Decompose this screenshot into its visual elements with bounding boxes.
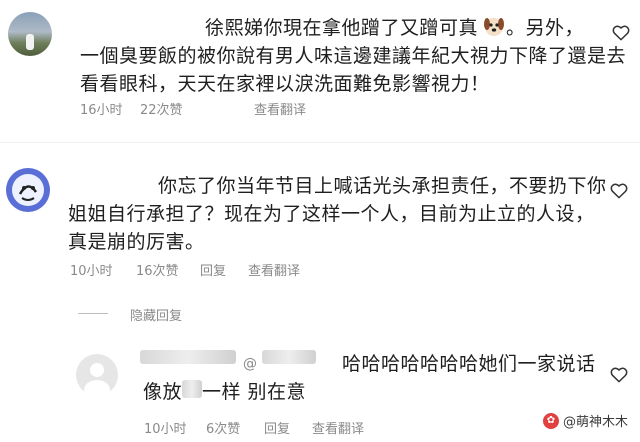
watermark: ✿ @萌神木木	[542, 411, 628, 430]
comment-text: xxxx @ xx	[140, 350, 317, 378]
comment-text-line: 像放x一样 别在意	[143, 380, 307, 403]
mention[interactable]: @	[243, 356, 258, 372]
comment-meta: 10小时 16次赞 回复 查看翻译	[70, 260, 390, 279]
hide-replies-button[interactable]: 隐藏回复	[130, 305, 250, 324]
like-count[interactable]: 22次赞	[140, 99, 183, 118]
comment-text-line: 你忘了你当年节目上喊话光头承担责任，不要扔下你	[158, 175, 607, 197]
translate-button[interactable]: 查看翻译	[312, 418, 364, 437]
timestamp: 10小时	[70, 264, 113, 279]
comment-text-line: 哈哈哈哈哈哈哈她们一家说话	[342, 353, 596, 375]
translate-button[interactable]: 查看翻译	[254, 99, 306, 118]
reply-divider	[78, 313, 108, 314]
redacted-username: xxxx	[140, 350, 236, 364]
comment-text-line: 真是崩的厉害。	[68, 231, 205, 253]
reply-button[interactable]: 回复	[264, 418, 290, 437]
timestamp: 16小时	[80, 103, 123, 118]
comment-text-line: 一個臭要飯的被你說有男人味這邊建議年紀大視力下降了還是去	[80, 45, 627, 67]
watermark-logo-icon: ✿	[542, 412, 559, 429]
separator	[0, 142, 640, 143]
avatar[interactable]	[8, 12, 52, 56]
comment-text-line: 看看眼科，天天在家裡以淚洗面難免影響視力！	[80, 73, 490, 95]
like-count[interactable]: 6次赞	[206, 418, 240, 437]
dog-face-emoji	[482, 14, 506, 38]
reply-button[interactable]: 回复	[200, 260, 226, 279]
comment-meta: 10小时 6次赞 回复 查看翻译	[144, 418, 464, 437]
comment-text: 徐熙娣你現在拿他蹭了又蹭可真 。另外，	[205, 14, 584, 42]
avatar[interactable]	[6, 168, 50, 212]
redacted-username: xx	[262, 350, 317, 364]
timestamp: 10小时	[144, 422, 187, 437]
like-count[interactable]: 16次赞	[136, 260, 179, 279]
like-heart-icon[interactable]	[612, 24, 630, 41]
avatar[interactable]	[76, 354, 118, 396]
like-heart-icon[interactable]	[610, 182, 628, 199]
translate-button[interactable]: 查看翻译	[248, 260, 300, 279]
comment-text-line: 姐姐自行承担了？现在为了这样一个人，目前为止立的人设，	[68, 203, 595, 225]
redacted-text: x	[182, 380, 203, 398]
watermark-text: @萌神木木	[562, 415, 628, 430]
like-heart-icon[interactable]	[610, 366, 628, 383]
comment-meta: 16小时 22次赞 查看翻译	[80, 99, 380, 118]
